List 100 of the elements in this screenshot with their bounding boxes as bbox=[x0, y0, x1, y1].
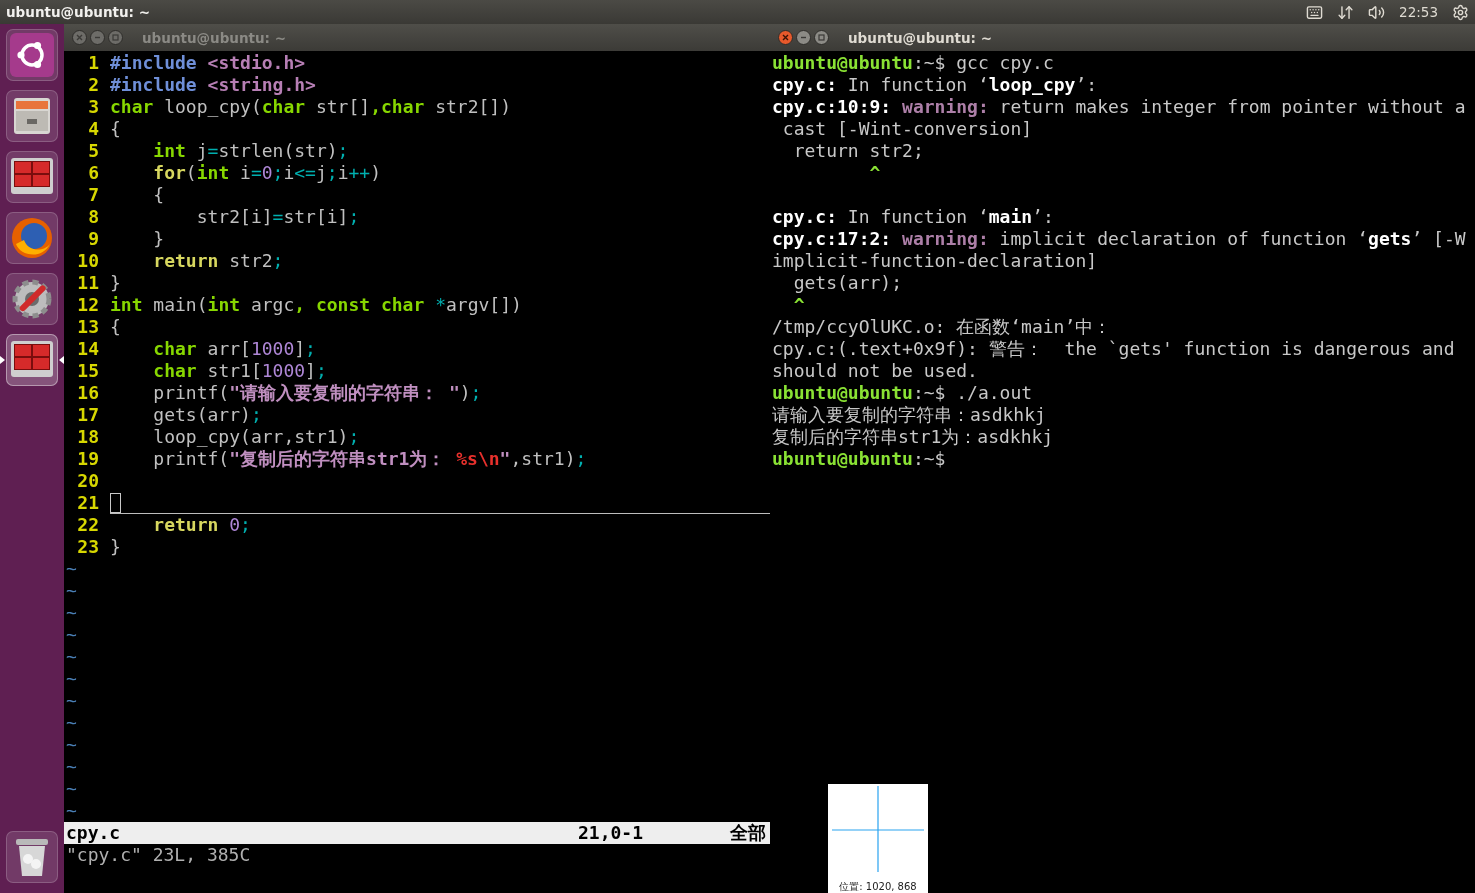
launcher-item[interactable] bbox=[6, 212, 58, 264]
empty-line-marker: ~ bbox=[66, 800, 78, 822]
minimize-button[interactable] bbox=[90, 30, 105, 45]
code-line: int j=strlen(str); bbox=[152, 140, 350, 162]
terminal-icon bbox=[10, 157, 54, 197]
file-name: cpy.c bbox=[66, 822, 122, 844]
terminal-line: gets(arr); bbox=[792, 272, 904, 294]
minimize-button[interactable] bbox=[796, 30, 811, 45]
line-number: 4 bbox=[87, 118, 99, 140]
code-line: char str1[1000]; bbox=[152, 360, 328, 382]
launcher-item[interactable] bbox=[6, 273, 58, 325]
line-number: 22 bbox=[76, 514, 99, 536]
line-number: 9 bbox=[87, 228, 99, 250]
window-title: ubuntu@ubuntu: ~ bbox=[848, 29, 993, 46]
active-window-title: ubuntu@ubuntu: ~ bbox=[6, 4, 151, 20]
code-line: } bbox=[110, 272, 122, 294]
line-number: 10 bbox=[76, 250, 99, 272]
code-line: #include <string.h> bbox=[110, 74, 317, 96]
line-number: 13 bbox=[76, 316, 99, 338]
launcher-item[interactable] bbox=[6, 151, 58, 203]
terminal-icon bbox=[10, 340, 54, 380]
maximize-icon bbox=[818, 34, 825, 41]
empty-line-marker: ~ bbox=[66, 646, 78, 668]
message-line: "cpy.c" 23L, 385C bbox=[66, 844, 252, 866]
empty-line-marker: ~ bbox=[66, 756, 78, 778]
empty-line-marker: ~ bbox=[66, 778, 78, 800]
maximize-icon bbox=[112, 34, 119, 41]
terminal-line: ^ bbox=[792, 294, 806, 316]
launcher-item[interactable] bbox=[6, 90, 58, 142]
terminal-line: cpy.c:17:2: warning: implicit declaration of function ‘gets’ [-W bbox=[772, 228, 1467, 250]
terminal-line: 复制后的字符串str1为：asdkhkj bbox=[772, 426, 1055, 448]
volume-icon[interactable] bbox=[1368, 3, 1386, 21]
scroll-position: 全部 bbox=[730, 822, 767, 844]
line-number: 21 bbox=[76, 492, 99, 514]
code-line: #include <stdio.h> bbox=[110, 52, 307, 74]
maximize-button[interactable] bbox=[814, 30, 829, 45]
close-icon bbox=[782, 34, 789, 41]
line-number: 12 bbox=[76, 294, 99, 316]
settings-icon[interactable] bbox=[1452, 3, 1469, 21]
launcher-item[interactable] bbox=[6, 334, 58, 386]
code-line: { bbox=[110, 118, 122, 140]
empty-line-marker: ~ bbox=[66, 734, 78, 756]
line-number: 17 bbox=[76, 404, 99, 426]
line-number: 11 bbox=[76, 272, 99, 294]
code-line: return 0; bbox=[152, 514, 252, 536]
close-button[interactable] bbox=[778, 30, 793, 45]
empty-line-marker: ~ bbox=[66, 690, 78, 712]
terminal-line: 请输入要复制的字符串：asdkhkj bbox=[772, 404, 1047, 426]
line-number: 1 bbox=[87, 52, 99, 74]
code-line: printf("请输入要复制的字符串： "); bbox=[152, 382, 483, 404]
code-line: printf("复制后的字符串str1为： %s\n",str1); bbox=[152, 448, 588, 470]
close-icon bbox=[76, 34, 83, 41]
line-number: 2 bbox=[87, 74, 99, 96]
keyboard-icon[interactable] bbox=[1306, 3, 1324, 21]
terminal-line: ubuntu@ubuntu:~$ gcc cpy.c bbox=[772, 52, 1055, 74]
code-line: { bbox=[110, 316, 122, 338]
line-number: 20 bbox=[76, 470, 99, 492]
code-line: } bbox=[110, 536, 122, 558]
maximize-button[interactable] bbox=[108, 30, 123, 45]
code-line: for(int i=0;i<=j;i++) bbox=[152, 162, 383, 184]
close-button[interactable] bbox=[72, 30, 87, 45]
file-cabinet-icon bbox=[11, 95, 53, 137]
empty-line-marker: ~ bbox=[66, 558, 78, 580]
line-number: 6 bbox=[87, 162, 99, 184]
terminal-line: cast [-Wint-conversion] bbox=[781, 118, 1034, 140]
launcher-item[interactable] bbox=[6, 831, 58, 883]
empty-line-marker: ~ bbox=[66, 580, 78, 602]
empty-line-marker: ~ bbox=[66, 712, 78, 734]
code-line: int main(int argc, const char *argv[]) bbox=[110, 294, 523, 316]
line-number: 3 bbox=[87, 96, 99, 118]
code-line: gets(arr); bbox=[152, 404, 263, 426]
terminal-line: cpy.c:10:9: warning: return makes integer from pointer without a bbox=[772, 96, 1467, 118]
line-number: 7 bbox=[87, 184, 99, 206]
empty-line-marker: ~ bbox=[66, 602, 78, 624]
code-line: str2[i]=str[i]; bbox=[195, 206, 361, 228]
terminal-line: cpy.c: In function ‘loop_cpy’: bbox=[772, 74, 1099, 96]
crosshair-icon bbox=[830, 784, 926, 874]
gear-wrench-icon bbox=[10, 277, 54, 321]
code-line: loop_cpy(arr,str1); bbox=[152, 426, 361, 448]
line-number: 5 bbox=[87, 140, 99, 162]
cursor-position: 21,0-1 bbox=[578, 822, 645, 844]
coordinates-caption: 位置: 1020, 868 bbox=[839, 881, 917, 893]
terminal-line: ubuntu@ubuntu:~$ bbox=[772, 448, 947, 470]
globe-fox-icon bbox=[10, 216, 54, 260]
line-number: 15 bbox=[76, 360, 99, 382]
ubuntu-logo-icon bbox=[10, 33, 54, 77]
code-line: return str2; bbox=[152, 250, 285, 272]
clock[interactable]: 22:53 bbox=[1399, 4, 1438, 20]
terminal-line: should not be used. bbox=[772, 360, 979, 382]
launcher-item[interactable] bbox=[6, 29, 58, 81]
window-title: ubuntu@ubuntu: ~ bbox=[142, 29, 287, 46]
line-number: 19 bbox=[76, 448, 99, 470]
empty-line-marker: ~ bbox=[66, 668, 78, 690]
terminal-line: ubuntu@ubuntu:~$ ./a.out bbox=[772, 382, 1034, 404]
terminal-line: /tmp/ccyOlUKC.o: 在函数‘main’中： bbox=[772, 316, 1113, 338]
line-number: 14 bbox=[76, 338, 99, 360]
network-arrows-icon[interactable] bbox=[1337, 3, 1355, 21]
code-line: { bbox=[152, 184, 166, 206]
line-number: 23 bbox=[76, 536, 99, 558]
code-line: char arr[1000]; bbox=[152, 338, 317, 360]
